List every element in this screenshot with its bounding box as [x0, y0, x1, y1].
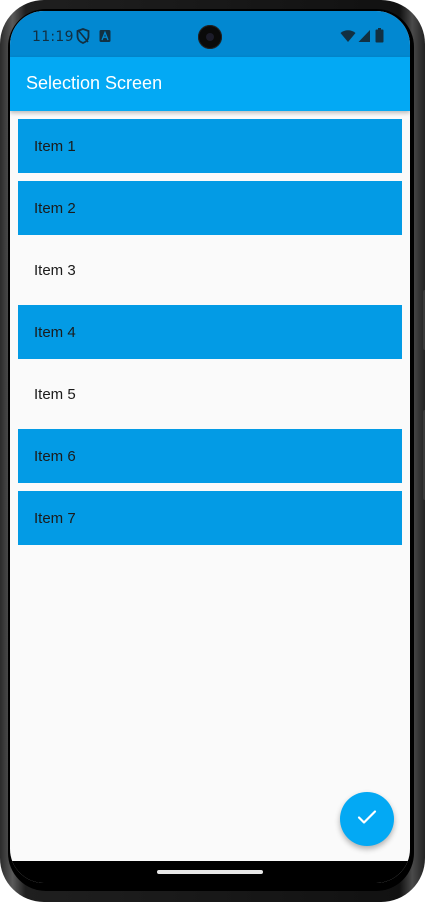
shield-icon [76, 28, 90, 44]
home-gesture-handle[interactable] [157, 870, 263, 874]
list-item-label: Item 6 [34, 447, 76, 465]
battery-icon [375, 28, 384, 44]
list-item-label: Item 3 [34, 261, 76, 279]
status-bar: 11:19 [10, 11, 410, 57]
selection-list: Item 1 Item 2 Item 3 Item 4 Item 5 Item … [18, 119, 402, 553]
list-item-7[interactable]: Item 7 [18, 491, 402, 545]
list-item-5[interactable]: Item 5 [18, 367, 402, 421]
wifi-icon [340, 28, 356, 44]
screen: 11:19 Selection Screen Item 1 Item 2 Ite… [10, 11, 410, 883]
list-item-label: Item 7 [34, 509, 76, 527]
list-item-6[interactable]: Item 6 [18, 429, 402, 483]
list-item-1[interactable]: Item 1 [18, 119, 402, 173]
list-item-3[interactable]: Item 3 [18, 243, 402, 297]
navigation-bar [10, 861, 410, 883]
phone-frame: 11:19 Selection Screen Item 1 Item 2 Ite… [0, 0, 425, 902]
confirm-fab[interactable] [340, 792, 394, 846]
list-item-label: Item 2 [34, 199, 76, 217]
status-time: 11:19 [32, 29, 74, 45]
front-camera [198, 25, 222, 49]
list-item-label: Item 4 [34, 323, 76, 341]
list-item-2[interactable]: Item 2 [18, 181, 402, 235]
text-a-icon [99, 28, 111, 44]
app-bar: Selection Screen [10, 57, 410, 111]
check-icon [357, 809, 377, 829]
list-item-label: Item 1 [34, 137, 76, 155]
list-item-4[interactable]: Item 4 [18, 305, 402, 359]
page-title: Selection Screen [26, 73, 163, 93]
list-item-label: Item 5 [34, 385, 76, 403]
signal-icon [358, 28, 371, 44]
screen-bezel: 11:19 Selection Screen Item 1 Item 2 Ite… [8, 9, 414, 891]
